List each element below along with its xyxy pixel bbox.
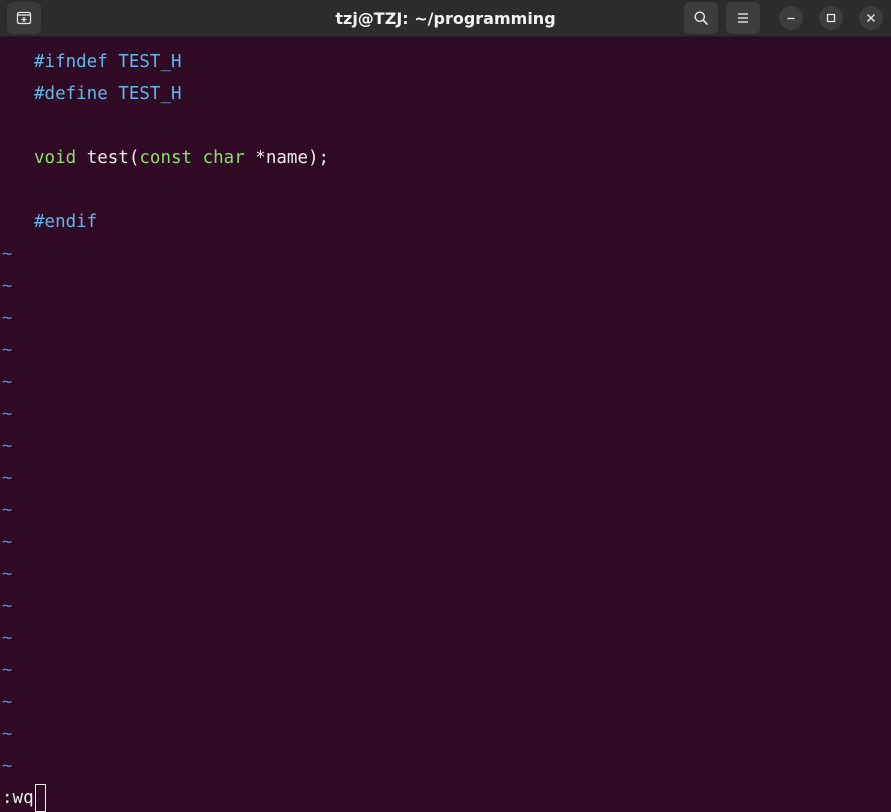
macro-name: TEST_H — [107, 84, 182, 104]
code-line-2: #define TEST_H — [34, 78, 182, 110]
type-keyword: char — [202, 148, 245, 168]
new-tab-button[interactable] — [7, 2, 41, 34]
preprocessor-directive: #endif — [34, 212, 98, 232]
parameter-text: *name); — [244, 148, 330, 168]
empty-line-marker: ~ — [2, 596, 13, 616]
empty-line-marker: ~ — [2, 724, 13, 744]
maximize-button[interactable] — [819, 6, 843, 30]
search-button[interactable] — [684, 2, 718, 34]
empty-line-marker: ~ — [2, 500, 13, 520]
maximize-icon — [826, 13, 836, 23]
empty-line-marker: ~ — [2, 756, 13, 776]
preprocessor-directive: #define — [34, 84, 108, 104]
vim-command-line[interactable]: :wq — [2, 784, 46, 812]
hamburger-menu-icon — [738, 13, 748, 23]
empty-line-marker: ~ — [2, 244, 13, 264]
code-line-4: void test(const char *name); — [34, 142, 329, 174]
empty-line-marker: ~ — [2, 276, 13, 296]
minimize-icon — [787, 17, 795, 20]
search-icon — [694, 11, 708, 25]
command-text: :wq — [2, 788, 34, 808]
close-icon — [867, 14, 875, 22]
macro-name: TEST_H — [107, 52, 182, 72]
close-button[interactable] — [859, 6, 883, 30]
minimize-button[interactable] — [779, 6, 803, 30]
type-keyword: void — [34, 148, 77, 168]
empty-line-marker: ~ — [2, 628, 13, 648]
empty-line-marker: ~ — [2, 564, 13, 584]
type-keyword: const — [139, 148, 193, 168]
empty-line-marker: ~ — [2, 308, 13, 328]
title-bar: tzj@TZJ: ~/programming — [0, 0, 891, 37]
empty-line-marker: ~ — [2, 692, 13, 712]
code-line-1: #ifndef TEST_H — [34, 46, 182, 78]
terminal-area[interactable]: #ifndef TEST_H #define TEST_H void test(… — [0, 37, 891, 812]
terminal-window: tzj@TZJ: ~/programming #ifndef TEST_H #d… — [0, 0, 891, 812]
empty-line-marker: ~ — [2, 436, 13, 456]
empty-line-marker: ~ — [2, 340, 13, 360]
code-line-6: #endif — [34, 206, 97, 238]
new-tab-icon — [16, 11, 32, 25]
preprocessor-directive: #ifndef — [34, 52, 108, 72]
empty-line-marker: ~ — [2, 532, 13, 552]
function-name: test( — [76, 148, 140, 168]
empty-line-marker: ~ — [2, 404, 13, 424]
menu-button[interactable] — [726, 2, 760, 34]
empty-line-marker: ~ — [2, 372, 13, 392]
empty-line-marker: ~ — [2, 468, 13, 488]
text-cursor — [34, 784, 46, 812]
empty-line-marker: ~ — [2, 660, 13, 680]
